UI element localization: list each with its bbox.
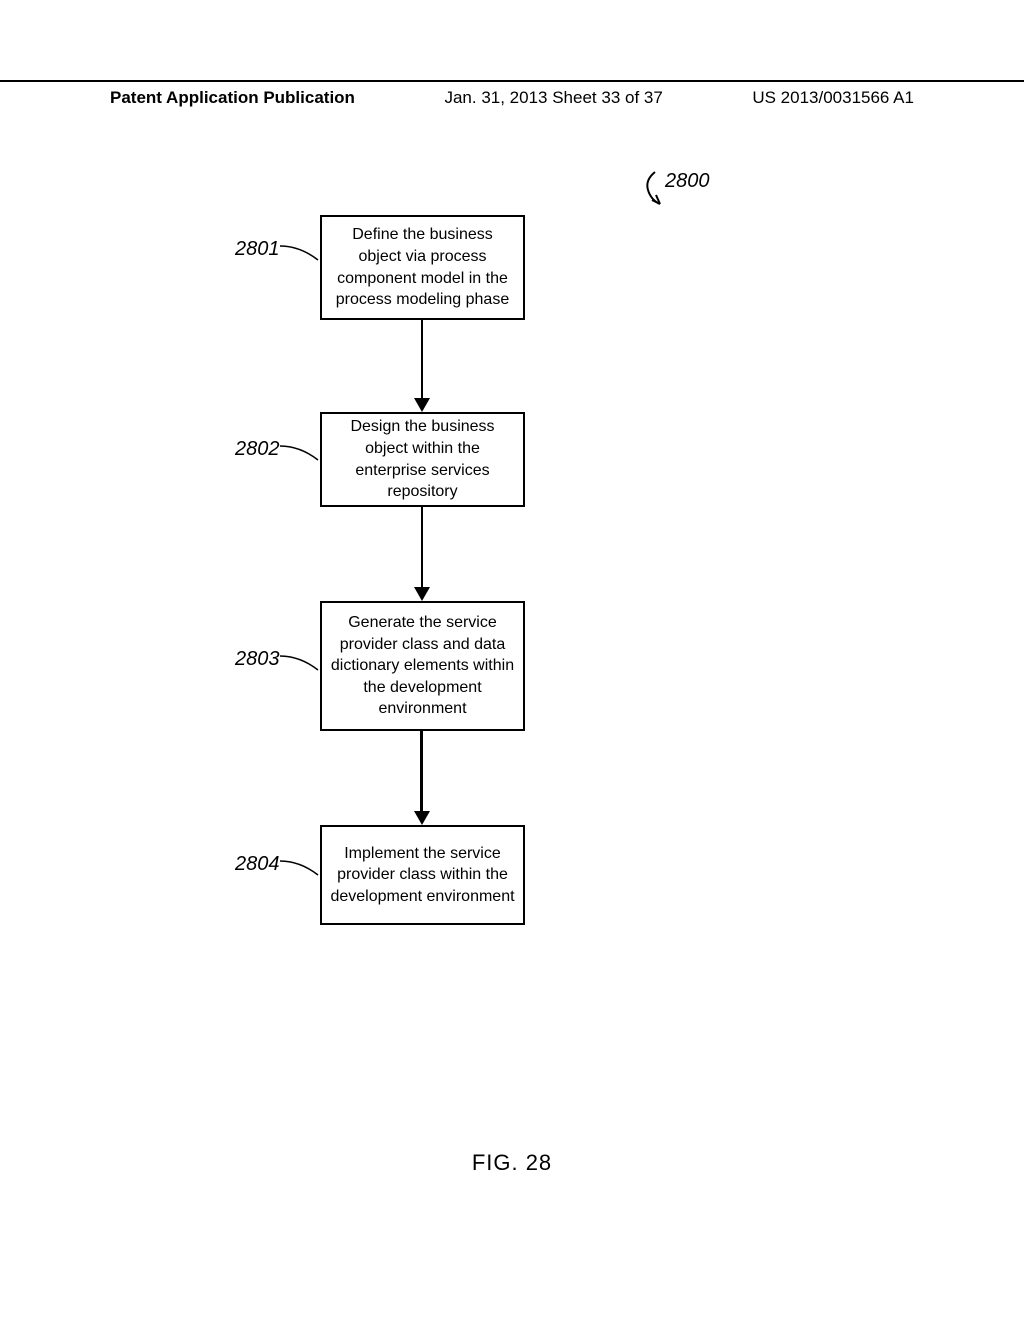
step-text: Generate the service provider class and … <box>330 612 515 720</box>
connector-line-icon <box>280 857 320 877</box>
step-box-2801: Define the business object via process c… <box>320 215 525 320</box>
connector-line-icon <box>280 652 320 672</box>
arrow-line <box>421 507 423 589</box>
connector-line-icon <box>280 442 320 462</box>
figure-caption: FIG. 28 <box>0 1150 1024 1176</box>
arrow-down-icon <box>414 587 430 601</box>
step-ref-2803: 2803 <box>235 648 280 671</box>
step-ref-2802: 2802 <box>235 438 280 461</box>
header-pub-number: US 2013/0031566 A1 <box>752 88 914 108</box>
step-ref-2801: 2801 <box>235 238 280 261</box>
flowchart-diagram: 2800 2801 Define the business object via… <box>0 160 1024 1080</box>
step-text: Implement the service provider class wit… <box>330 843 515 908</box>
arrow-line <box>421 320 423 400</box>
header-publication: Patent Application Publication <box>110 88 355 108</box>
step-text: Define the business object via process c… <box>330 224 515 310</box>
step-ref-2804: 2804 <box>235 853 280 876</box>
arrow-line <box>420 731 423 813</box>
arrow-down-icon <box>414 811 430 825</box>
step-box-2802: Design the business object within the en… <box>320 412 525 507</box>
step-box-2804: Implement the service provider class wit… <box>320 825 525 925</box>
connector-line-icon <box>280 242 320 262</box>
main-reference-label: 2800 <box>665 170 710 193</box>
header-sheet-info: Jan. 31, 2013 Sheet 33 of 37 <box>444 88 662 108</box>
header-row: Patent Application Publication Jan. 31, … <box>0 88 1024 108</box>
page-header: Patent Application Publication Jan. 31, … <box>0 80 1024 108</box>
step-text: Design the business object within the en… <box>330 416 515 502</box>
arrow-down-icon <box>414 398 430 412</box>
step-box-2803: Generate the service provider class and … <box>320 601 525 731</box>
